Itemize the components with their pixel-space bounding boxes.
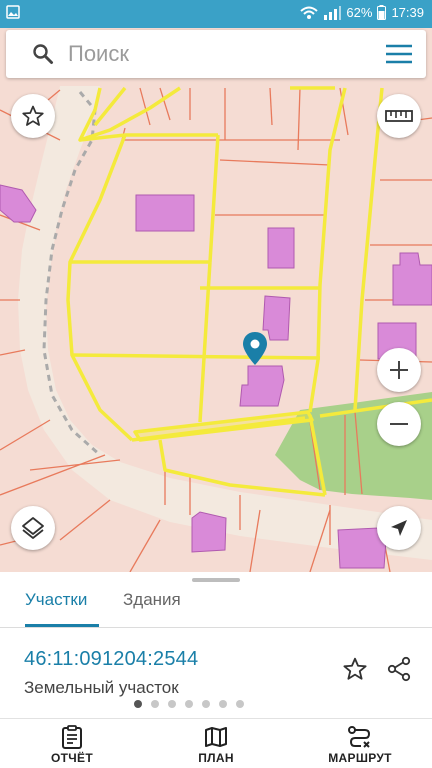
wifi-icon bbox=[300, 6, 319, 19]
star-outline-icon bbox=[343, 657, 367, 680]
search-input[interactable] bbox=[68, 41, 358, 67]
clock: 17:39 bbox=[391, 5, 424, 20]
pager-dot bbox=[236, 700, 244, 708]
share-icon bbox=[387, 656, 411, 682]
tab-bar: Участки Здания bbox=[0, 584, 432, 628]
sheet-drag-handle[interactable] bbox=[192, 578, 240, 582]
ruler-button[interactable] bbox=[377, 94, 421, 138]
navigation-arrow-icon bbox=[391, 520, 407, 536]
divider bbox=[0, 627, 432, 628]
pager-dot bbox=[151, 700, 159, 708]
location-pin-icon[interactable] bbox=[243, 332, 267, 365]
tab-plots[interactable]: Участки bbox=[25, 590, 87, 610]
nav-report[interactable]: ОТЧЁТ bbox=[17, 719, 127, 768]
star-outline-icon bbox=[22, 105, 44, 126]
map-view[interactable] bbox=[0, 28, 432, 572]
ruler-icon bbox=[385, 110, 413, 122]
zoom-out-button[interactable] bbox=[377, 402, 421, 446]
layers-icon bbox=[22, 517, 44, 539]
hamburger-menu-icon[interactable] bbox=[386, 44, 412, 64]
tab-buildings[interactable]: Здания bbox=[123, 590, 181, 610]
cadastral-map[interactable] bbox=[0, 28, 432, 572]
pager-dot bbox=[202, 700, 210, 708]
object-type: Земельный участок bbox=[24, 678, 179, 697]
pager-dot bbox=[185, 700, 193, 708]
nav-route-label: МАРШРУТ bbox=[328, 751, 392, 765]
route-icon bbox=[348, 726, 371, 748]
bottom-navigation: ОТЧЁТ ПЛАН МАРШРУТ bbox=[0, 718, 432, 768]
favorite-plot-button[interactable] bbox=[342, 656, 368, 687]
share-button[interactable] bbox=[386, 656, 412, 687]
status-bar: 62% 17:39 bbox=[0, 0, 432, 28]
report-clipboard-icon bbox=[62, 725, 82, 749]
favorite-button[interactable] bbox=[11, 94, 55, 138]
plus-icon bbox=[390, 361, 408, 379]
my-location-button[interactable] bbox=[377, 506, 421, 550]
cadastral-number[interactable]: 46:11:091204:2544 bbox=[24, 648, 198, 671]
signal-icon bbox=[324, 5, 342, 20]
nav-plan-label: ПЛАН bbox=[198, 751, 234, 765]
map-plan-icon bbox=[205, 727, 227, 747]
layers-button[interactable] bbox=[11, 506, 55, 550]
pager-dot bbox=[219, 700, 227, 708]
search-icon[interactable] bbox=[32, 43, 54, 65]
battery-icon bbox=[377, 5, 387, 20]
bottom-sheet: Участки Здания 46:11:091204:2544 Земельн… bbox=[0, 572, 432, 718]
pager-dot bbox=[168, 700, 176, 708]
battery-level: 62% bbox=[346, 5, 373, 20]
nav-report-label: ОТЧЁТ bbox=[51, 751, 93, 765]
image-icon bbox=[6, 5, 20, 19]
search-bar[interactable] bbox=[6, 30, 426, 78]
pager-dots bbox=[134, 700, 244, 708]
minus-icon bbox=[390, 423, 408, 425]
nav-plan[interactable]: ПЛАН bbox=[161, 719, 271, 768]
pager-dot bbox=[134, 700, 142, 708]
nav-route[interactable]: МАРШРУТ bbox=[305, 719, 415, 768]
zoom-in-button[interactable] bbox=[377, 348, 421, 392]
